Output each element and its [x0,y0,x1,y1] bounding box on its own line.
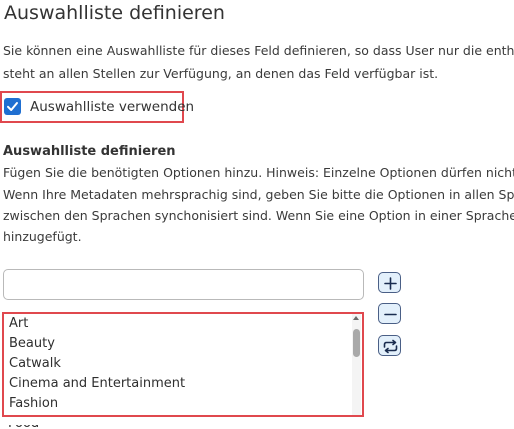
plus-icon [384,277,397,290]
list-item[interactable]: Cinema and Entertainment [9,374,185,394]
repeat-icon [383,339,398,354]
add-option-button[interactable] [378,272,401,293]
list-item-partial: Food [8,417,40,429]
listbox-scrollbar-thumb[interactable] [353,329,360,357]
use-list-checkbox[interactable] [4,98,21,115]
list-item[interactable]: Art [9,314,28,334]
intro-text-line-1: Sie können eine Auswahlliste für dieses … [3,43,514,58]
new-option-input[interactable] [3,269,364,300]
checkmark-icon [7,102,18,111]
hint-text-line-1: Fügen Sie die benötigten Optionen hinzu.… [3,165,514,180]
use-list-label[interactable]: Auswahlliste verwenden [30,96,194,118]
list-item[interactable]: Beauty [9,334,55,354]
field-settings-panel: Auswahlliste definieren Sie können eine … [0,0,514,429]
page-title: Auswahlliste definieren [4,2,225,24]
hint-text-line-3: zwischen den Sprachen synchonisiert sind… [3,208,514,223]
intro-text-line-2: steht an allen Stellen zur Verfügung, an… [3,66,439,81]
list-item[interactable]: Catwalk [9,354,61,374]
define-list-heading: Auswahlliste definieren [3,144,176,159]
hint-text-line-4: hinzugefügt. [3,229,82,244]
list-item[interactable]: Fashion [9,394,58,414]
sync-options-button[interactable] [378,335,401,356]
minus-icon [384,313,397,316]
hint-text-line-2: Wenn Ihre Metadaten mehrsprachig sind, g… [3,187,514,202]
options-listbox[interactable]: Art Beauty Catwalk Cinema and Entertainm… [4,314,362,415]
scroll-up-arrow-icon[interactable] [353,316,359,320]
remove-option-button[interactable] [378,303,401,324]
